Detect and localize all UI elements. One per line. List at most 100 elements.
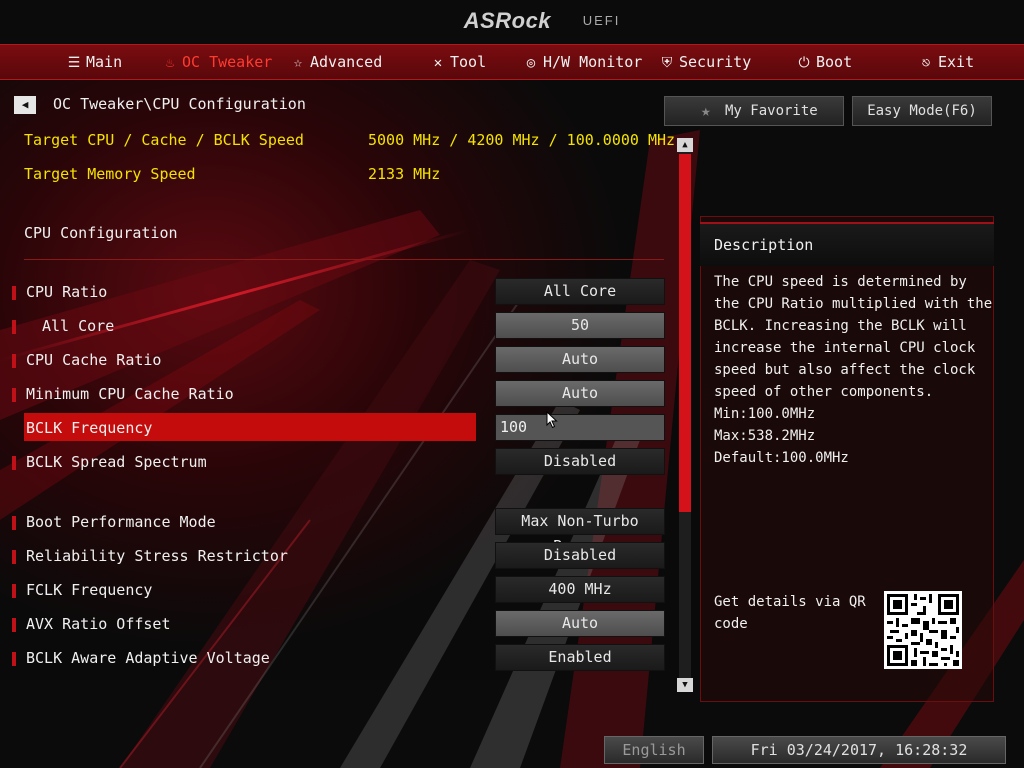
setting-row-bclk-frequency[interactable]: BCLK Frequency 100: [0, 413, 670, 443]
tab-oc-tweaker[interactable]: ♨ OC Tweaker: [162, 45, 273, 79]
tab-hw-monitor-label: H/W Monitor: [543, 53, 643, 71]
tab-tool[interactable]: ✕ Tool: [430, 45, 486, 79]
row-marker: [12, 584, 16, 598]
row-marker: [12, 354, 16, 368]
my-favorite-label: My Favorite: [725, 103, 818, 119]
setting-value-dropdown[interactable]: All Core: [495, 278, 665, 305]
row-marker: [12, 456, 16, 470]
qr-code-icon: [884, 591, 962, 669]
description-line: The CPU speed is determined by: [714, 274, 967, 290]
setting-label: BCLK Aware Adaptive Voltage: [26, 649, 270, 667]
setting-label: AVX Ratio Offset: [26, 615, 171, 633]
tab-exit[interactable]: ⎋ Exit: [918, 45, 974, 79]
description-text: The CPU speed is determined by the CPU R…: [714, 271, 993, 469]
target-memory-value: 2133 MHz: [368, 165, 441, 183]
scroll-up-button[interactable]: ▲: [677, 138, 693, 152]
scroll-down-button[interactable]: ▼: [677, 678, 693, 692]
description-line: speed of other components.: [714, 384, 934, 400]
setting-row-fclk-frequency[interactable]: FCLK Frequency 400 MHz: [0, 575, 670, 605]
setting-label: CPU Cache Ratio: [26, 351, 162, 369]
menu-bar: ☰ Main ♨ OC Tweaker ☆ Advanced ✕ Tool ◎ H/W M…: [0, 44, 1024, 80]
row-marker: [12, 652, 16, 666]
description-line: speed but also affect the clock: [714, 362, 976, 378]
breadcrumb: OC Tweaker\CPU Configuration: [53, 95, 306, 113]
description-title: Description: [714, 236, 814, 254]
setting-label: Reliability Stress Restrictor: [26, 547, 288, 565]
row-marker: [12, 388, 16, 402]
row-marker: [12, 320, 16, 334]
setting-label: BCLK Spread Spectrum: [26, 453, 207, 471]
tab-main-label: Main: [86, 53, 123, 71]
setting-row-reliability-stress-restrictor[interactable]: Reliability Stress Restrictor Disabled: [0, 541, 670, 571]
description-line: the CPU Ratio multiplied with the: [714, 296, 993, 312]
qr-caption: Get details via QR code: [714, 591, 874, 635]
setting-value-dropdown[interactable]: 400 MHz: [495, 576, 665, 603]
star-icon: ☆: [293, 55, 303, 71]
star-icon: ★: [701, 101, 711, 120]
setting-label: Minimum CPU Cache Ratio: [26, 385, 234, 403]
scrollbar-thumb[interactable]: [679, 154, 691, 512]
section-title: CPU Configuration: [24, 224, 178, 242]
target-cpu-value: 5000 MHz / 4200 MHz / 100.0000 MHz: [368, 131, 676, 149]
tab-oc-tweaker-label: OC Tweaker: [182, 53, 273, 71]
tab-exit-label: Exit: [938, 53, 975, 71]
setting-value-dropdown[interactable]: Disabled: [495, 448, 665, 475]
description-line: BCLK. Increasing the BCLK will: [714, 318, 967, 334]
tab-boot-label: Boot: [816, 53, 853, 71]
qr-caption-line: code: [714, 616, 748, 632]
power-icon: ⏻: [798, 55, 810, 71]
setting-value-dropdown[interactable]: Disabled: [495, 542, 665, 569]
tab-boot[interactable]: ⏻ Boot: [796, 45, 852, 79]
setting-label: FCLK Frequency: [26, 581, 153, 599]
wrench-icon: ✕: [433, 55, 443, 71]
monitor-icon: ◎: [526, 55, 536, 71]
setting-row-avx-ratio-offset[interactable]: AVX Ratio Offset Auto: [0, 609, 670, 639]
setting-value-field[interactable]: Auto: [495, 610, 665, 637]
setting-value-field[interactable]: 50: [495, 312, 665, 339]
row-marker: [12, 550, 16, 564]
row-marker: [12, 516, 16, 530]
tab-advanced[interactable]: ☆ Advanced: [290, 45, 382, 79]
brand-header: ASRock UEFI: [0, 8, 1024, 34]
setting-row-boot-performance-mode[interactable]: Boot Performance Mode Max Non-Turbo Per.…: [0, 507, 670, 555]
brand-uefi-label: UEFI: [582, 13, 621, 28]
tab-main[interactable]: ☰ Main: [66, 45, 122, 79]
row-marker: [12, 286, 16, 300]
brand-logo: ASRock: [463, 8, 552, 33]
back-button[interactable]: ◀: [14, 96, 36, 114]
target-memory-label: Target Memory Speed: [24, 165, 196, 183]
description-line: Max:538.2MHz: [714, 428, 816, 444]
mouse-cursor-icon: [546, 411, 558, 429]
description-line: Min:100.0MHz: [714, 406, 816, 422]
tab-advanced-label: Advanced: [310, 53, 383, 71]
setting-row-min-cpu-cache-ratio[interactable]: Minimum CPU Cache Ratio Auto: [0, 379, 670, 409]
setting-value-dropdown[interactable]: Max Non-Turbo Per...: [495, 508, 665, 555]
setting-label: CPU Ratio: [26, 283, 108, 301]
qr-caption-line: Get details via QR: [714, 594, 866, 610]
description-line: increase the internal CPU clock: [714, 340, 976, 356]
bclk-frequency-input[interactable]: 100: [495, 414, 665, 441]
back-arrow-icon: ◀: [21, 98, 29, 111]
setting-value-field[interactable]: Auto: [495, 346, 665, 373]
target-cpu-label: Target CPU / Cache / BCLK Speed: [24, 131, 304, 149]
description-line: Default:100.0MHz: [714, 450, 849, 466]
datetime-display: Fri 03/24/2017, 16:28:32: [712, 736, 1006, 764]
row-marker: [12, 618, 16, 632]
easy-mode-button[interactable]: Easy Mode(F6): [852, 96, 992, 126]
setting-label: All Core: [42, 317, 115, 335]
tab-hw-monitor[interactable]: ◎ H/W Monitor: [523, 45, 643, 79]
setting-row-bclk-spread-spectrum[interactable]: BCLK Spread Spectrum Disabled: [0, 447, 670, 477]
tab-security[interactable]: ⛨ Security: [659, 45, 752, 79]
section-divider: [24, 259, 664, 260]
my-favorite-button[interactable]: ★ My Favorite: [664, 96, 844, 126]
list-icon: ☰: [67, 55, 81, 71]
setting-row-cpu-cache-ratio[interactable]: CPU Cache Ratio Auto: [0, 345, 670, 375]
setting-value-field[interactable]: Auto: [495, 380, 665, 407]
language-button[interactable]: English: [604, 736, 704, 764]
setting-row-cpu-ratio[interactable]: CPU Ratio All Core: [0, 277, 670, 307]
setting-row-bclk-aware-adaptive-voltage[interactable]: BCLK Aware Adaptive Voltage Enabled: [0, 643, 670, 673]
setting-row-all-core[interactable]: All Core 50: [0, 311, 670, 341]
flame-icon: ♨: [165, 55, 175, 71]
setting-value-dropdown[interactable]: Enabled: [495, 644, 665, 671]
setting-label: BCLK Frequency: [26, 419, 153, 437]
